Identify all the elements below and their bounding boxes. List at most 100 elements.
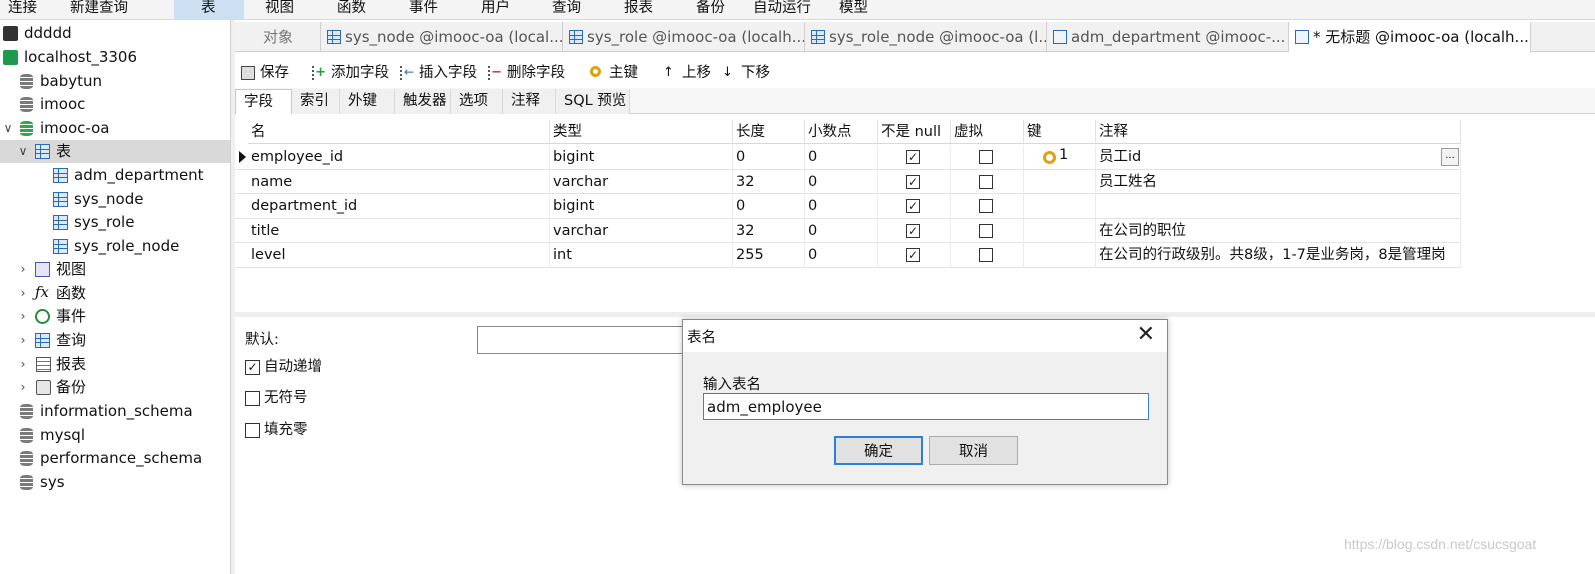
chevron-right-icon[interactable]: › [17,329,29,352]
virtual-checkbox[interactable] [979,174,993,189]
tree-group-queries[interactable]: › 查询 [0,329,230,352]
close-icon[interactable]: ✕ [1137,323,1155,347]
menu-function[interactable]: 函数 [337,0,366,19]
col-header-not-null[interactable]: 不是 null [878,120,951,144]
subtab-foreign-keys[interactable]: 外键 [340,89,395,114]
tree-group-functions[interactable]: › ƒx 函数 [0,282,230,305]
chevron-right-icon[interactable]: › [17,305,29,328]
menu-query[interactable]: 查询 [552,0,581,19]
virtual-checkbox[interactable] [979,199,993,213]
subtab-sql-preview[interactable]: SQL 预览 [556,89,630,114]
col-header-comment[interactable]: 注释 [1096,120,1461,144]
cell-comment[interactable]: 员工姓名 [1096,169,1461,194]
tree-db-information-schema[interactable]: information_schema [0,400,230,423]
cell-type[interactable]: varchar [550,169,733,194]
menu-automation[interactable]: 自动运行 [753,0,811,19]
subtab-fields[interactable]: 字段 [235,89,292,114]
menu-new-query[interactable]: 新建查询 [70,0,128,19]
table-row[interactable]: department_id bigint 0 0 ✓ [235,194,1461,219]
cancel-button[interactable]: 取消 [929,436,1018,465]
cell-comment[interactable]: 员工id [1096,145,1461,169]
subtab-options[interactable]: 选项 [451,89,503,114]
table-row[interactable]: title varchar 32 0 ✓ 在公司的职位 [235,218,1461,243]
cell-name[interactable]: title [248,218,550,243]
tree-table-adm-department[interactable]: adm_department [0,164,230,187]
tree-group-events[interactable]: › 事件 [0,305,230,328]
menu-user[interactable]: 用户 [481,0,510,19]
not-null-checkbox[interactable]: ✓ [906,199,920,213]
cell-length[interactable]: 0 [733,194,805,218]
col-header-length[interactable]: 长度 [733,120,805,144]
tree-db-imooc-oa[interactable]: ∨ imooc-oa [0,117,230,140]
subtab-comment[interactable]: 注释 [503,89,556,114]
auto-increment-checkbox[interactable]: ✓ [245,360,260,375]
cell-decimals[interactable]: 0 [805,145,878,169]
col-header-name[interactable]: 名 [248,120,550,144]
tab-objects[interactable]: 对象 [235,22,321,52]
default-value-input[interactable] [477,326,697,354]
tab-sys-node[interactable]: sys_node @imooc-oa (local... [321,22,563,52]
menu-model[interactable]: 模型 [839,0,868,19]
col-header-virtual[interactable]: 虚拟 [951,120,1024,144]
comment-expand-button[interactable]: ... [1441,148,1459,166]
cell-comment[interactable] [1096,194,1461,218]
zerofill-checkbox[interactable] [245,423,260,438]
cell-type[interactable]: bigint [550,194,733,218]
cell-length[interactable]: 32 [733,218,805,243]
menu-backup[interactable]: 备份 [696,0,725,19]
tree-group-reports[interactable]: › 报表 [0,353,230,376]
not-null-checkbox[interactable]: ✓ [906,248,920,262]
menu-table[interactable]: 表 [174,0,244,19]
tab-sys-role-node[interactable]: sys_role_node @imooc-oa (l... [805,22,1047,52]
tab-untitled[interactable]: * 无标题 @imooc-oa (localh... [1289,22,1531,53]
menu-event[interactable]: 事件 [409,0,438,19]
cell-decimals[interactable]: 0 [805,243,878,267]
cell-key[interactable] [1024,218,1096,243]
col-header-key[interactable]: 键 [1024,120,1096,144]
cell-key[interactable]: 1 [1024,145,1096,169]
cell-type[interactable]: varchar [550,218,733,243]
menu-view[interactable]: 视图 [265,0,294,19]
col-header-type[interactable]: 类型 [550,120,733,144]
chevron-right-icon[interactable]: › [17,353,29,376]
cell-name[interactable]: level [248,243,550,267]
tree-db-babytun[interactable]: babytun [0,70,230,93]
cell-key[interactable] [1024,169,1096,194]
cell-decimals[interactable]: 0 [805,218,878,243]
tree-table-sys-node[interactable]: sys_node [0,188,230,211]
virtual-checkbox[interactable] [979,223,993,238]
cell-length[interactable]: 255 [733,243,805,267]
cell-name[interactable]: department_id [248,194,550,218]
tree-db-imooc[interactable]: imooc [0,93,230,116]
unsigned-checkbox[interactable] [245,391,260,406]
table-row[interactable]: level int 255 0 ✓ 在公司的行政级别。共8级，1-7是业务岗，8是管理岗 [235,243,1461,268]
tree-group-backups[interactable]: › 备份 [0,376,230,399]
chevron-down-icon[interactable]: ∨ [17,140,29,163]
cell-decimals[interactable]: 0 [805,169,878,194]
table-name-input[interactable] [703,393,1149,420]
chevron-down-icon[interactable]: ∨ [2,117,14,140]
cell-comment[interactable]: 在公司的行政级别。共8级，1-7是业务岗，8是管理岗 [1096,243,1461,267]
not-null-checkbox[interactable]: ✓ [906,223,920,238]
tab-sys-role[interactable]: sys_role @imooc-oa (localh... [563,22,805,52]
menu-connect[interactable]: 连接 [8,0,37,19]
chevron-right-icon[interactable]: › [17,376,29,399]
tree-table-sys-role-node[interactable]: sys_role_node [0,235,230,258]
cell-name[interactable]: name [248,169,550,194]
tab-adm-department[interactable]: adm_department @imooc-... [1047,22,1289,52]
chevron-right-icon[interactable]: › [17,258,29,281]
tree-connection-localhost[interactable]: localhost_3306 [0,46,230,69]
virtual-checkbox[interactable] [979,248,993,262]
subtab-triggers[interactable]: 触发器 [395,89,451,114]
cell-length[interactable]: 0 [733,145,805,169]
cell-decimals[interactable]: 0 [805,194,878,218]
ok-button[interactable]: 确定 [834,436,923,465]
cell-length[interactable]: 32 [733,169,805,194]
table-row[interactable]: name varchar 32 0 ✓ 员工姓名 [235,169,1461,194]
virtual-checkbox[interactable] [979,150,993,164]
menu-report[interactable]: 报表 [624,0,653,19]
cell-type[interactable]: bigint [550,145,733,169]
tree-table-sys-role[interactable]: sys_role [0,211,230,234]
chevron-right-icon[interactable]: › [17,282,29,305]
not-null-checkbox[interactable]: ✓ [906,150,920,164]
